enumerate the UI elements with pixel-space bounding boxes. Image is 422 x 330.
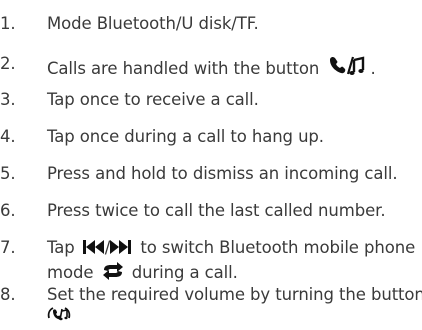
list-item: 1. Mode Bluetooth/U disk/TF. bbox=[0, 14, 422, 36]
list-item: 2. Calls are handled with the button . bbox=[0, 50, 422, 78]
item-number: 1. bbox=[0, 14, 16, 33]
item-text: Tap once during a call to hang up. bbox=[47, 127, 324, 146]
item-text: mode bbox=[47, 263, 94, 282]
swap-arrows-icon bbox=[102, 262, 123, 280]
item-text: Press twice to call the last called numb… bbox=[47, 201, 386, 220]
item-line-2 bbox=[47, 306, 71, 330]
list-item: 6. Press twice to call the last called n… bbox=[0, 201, 422, 223]
list-item: 8. Set the required volume by turning th… bbox=[0, 282, 422, 326]
item-text: Mode Bluetooth/U disk/TF. bbox=[47, 14, 259, 33]
item-line-2: mode during a call. bbox=[47, 262, 238, 282]
item-text: to switch Bluetooth mobile phone bbox=[140, 238, 416, 257]
item-number: 8. bbox=[0, 285, 16, 304]
item-text: during a call. bbox=[131, 263, 238, 282]
item-text: Tap bbox=[47, 238, 75, 257]
list-item: 3. Tap once to receive a call. bbox=[0, 90, 422, 112]
item-suffix: . bbox=[370, 59, 376, 78]
next-track-icon bbox=[110, 240, 132, 254]
call-music-icon bbox=[330, 56, 365, 75]
item-number: 2. bbox=[0, 54, 16, 73]
call-music-knob-icon bbox=[47, 307, 71, 321]
item-number: 3. bbox=[0, 90, 16, 109]
item-number: 7. bbox=[0, 238, 16, 257]
list-item: 7. Tap / to switch Bluetooth mobile phon… bbox=[0, 235, 422, 285]
item-number: 6. bbox=[0, 201, 16, 220]
item-text: Press and hold to dismiss an incoming ca… bbox=[47, 164, 398, 183]
item-number: 4. bbox=[0, 127, 16, 146]
item-line-1: Set the required volume by turning the b… bbox=[47, 285, 422, 304]
item-text-wrap: Calls are handled with the button . bbox=[47, 54, 376, 78]
item-line-1: Tap / to switch Bluetooth mobile phone bbox=[47, 238, 415, 257]
item-text: Calls are handled with the button bbox=[47, 59, 320, 78]
previous-track-icon bbox=[82, 240, 104, 254]
item-text: Set the required volume by turning the b… bbox=[47, 285, 422, 304]
item-text: Tap once to receive a call. bbox=[47, 90, 259, 109]
list-item: 5. Press and hold to dismiss an incoming… bbox=[0, 164, 422, 186]
item-number: 5. bbox=[0, 164, 16, 183]
list-item: 4. Tap once during a call to hang up. bbox=[0, 127, 422, 149]
